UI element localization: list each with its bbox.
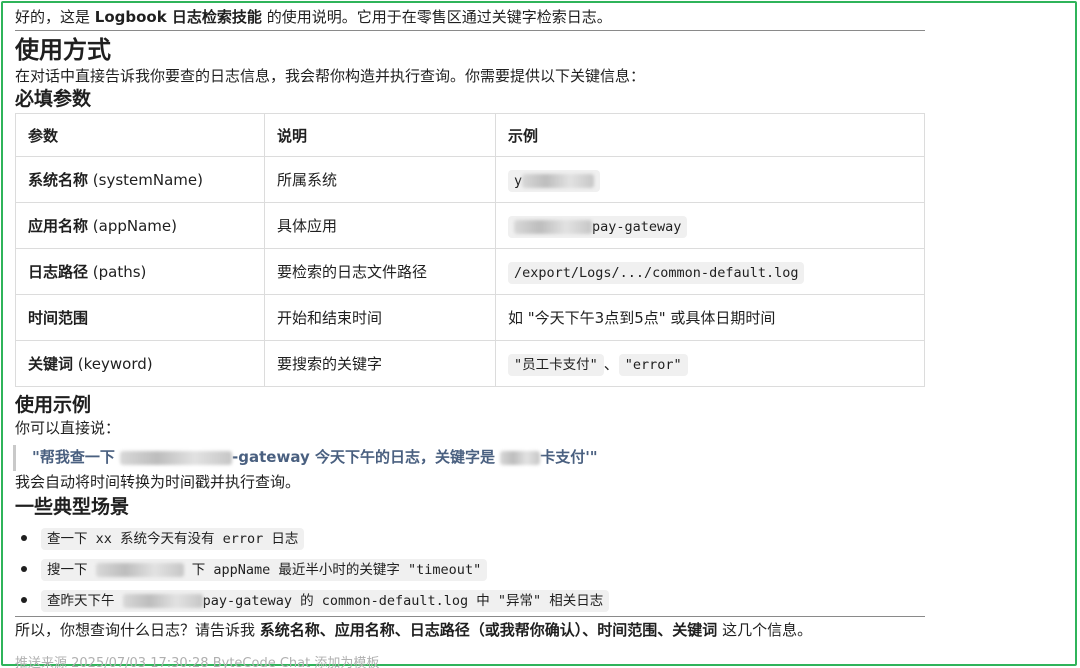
summary-fields: 系统名称、应用名称、日志路径（或我帮你确认）、时间范围、关键词 [259,621,718,639]
example-separator: 、 [603,355,619,373]
example-cell: pay-gateway [495,202,925,249]
example-prefix: 如 [508,309,528,327]
desc-cell: 所属系统 [264,156,496,203]
table-row: 日志路径 (paths) 要检索的日志文件路径 /export/Logs/...… [15,248,925,295]
scenario-code: 搜一下 下 appName 最近半小时的关键字 "timeout" [41,559,488,581]
example-after: 我会自动将时间转换为时间戳并执行查询。 [15,473,301,491]
example-text: "今天下午3点到5点" 或具体日期时间 [527,309,776,327]
example-quote: "帮我查一下 -gateway 今天下午的日志，关键字是 卡支付'" [13,445,925,471]
col-header-example: 示例 [495,113,925,157]
intro-skill-name: Logbook 日志检索技能 [94,8,262,26]
list-item: 查一下 xx 系统今天有没有 error 日志 [15,523,925,554]
divider-bottom [15,616,925,617]
param-name: 时间范围 [28,309,89,327]
list-item: 查昨天下午 pay-gateway 的 common-default.log 中… [15,585,925,616]
example-cell: "员工卡支付"、 "error" [495,340,925,387]
params-table: 参数 说明 示例 系统名称 (systemName) 所属系统 y 应用名称 (… [15,113,925,387]
desc-cell: 开始和结束时间 [264,294,496,341]
desc-cell: 要搜索的关键字 [264,340,496,387]
col-header-param: 参数 [15,113,265,157]
param-cell: 关键词 (keyword) [15,340,265,387]
summary-suffix: 这几个信息。 [717,621,813,639]
scenario-list: 查一下 xx 系统今天有没有 error 日志 搜一下 下 appName 最近… [15,523,925,616]
param-name: 日志路径 [28,263,89,281]
example-code: /export/Logs/.../common-default.log [508,261,805,284]
example-cell: /export/Logs/.../common-default.log [495,248,925,295]
footer-meta: 推送来源 2025/07/03 17:30:28 ByteCode Chat 添… [15,656,380,668]
param-name: 应用名称 [28,217,89,235]
example-heading: 使用示例 [15,394,92,416]
example-text: pay-gateway [592,218,682,235]
required-params-heading: 必填参数 [15,88,92,110]
redacted-blur [120,450,233,465]
param-name: 系统名称 [28,171,89,189]
list-item: 搜一下 下 appName 最近半小时的关键字 "timeout" [15,554,925,585]
redacted-blur [514,219,592,234]
summary-prefix: 所以，你想查询什么日志？请告诉我 [15,621,260,639]
table-row: 系统名称 (systemName) 所属系统 y [15,156,925,203]
quote-part: "帮我查一下 [32,448,121,466]
param-key: (keyword) [73,355,153,373]
scenario-code-part: 搜一下 [47,562,96,578]
scenario-code: 查一下 xx 系统今天有没有 error 日志 [41,528,305,550]
redacted-blur [122,594,203,608]
param-cell: 系统名称 (systemName) [15,156,265,203]
usage-description: 在对话中直接告诉我你要查的日志信息，我会帮你构造并执行查询。你需要提供以下关键信… [15,67,646,85]
redacted-blur [522,173,595,188]
param-key: (paths) [88,263,147,281]
param-key: (appName) [88,217,177,235]
scenario-code: 查昨天下午 pay-gateway 的 common-default.log 中… [41,590,610,612]
message-content: 好的，这是 Logbook 日志检索技能 的使用说明。它用于在零售区通过关键字检… [13,6,925,643]
example-code: pay-gateway [508,215,688,238]
table-row: 时间范围 开始和结束时间 如 "今天下午3点到5点" 或具体日期时间 [15,294,925,341]
quote-part: 卡支付'" [540,448,598,466]
col-header-desc: 说明 [264,113,496,157]
scenario-code-part: pay-gateway 的 common-default.log 中 "异常" … [202,593,604,609]
table-header-row: 参数 说明 示例 [15,113,925,157]
intro-prefix: 好的，这是 [15,8,95,26]
scenarios-heading: 一些典型场景 [15,496,130,518]
param-cell: 日志路径 (paths) [15,248,265,295]
redacted-blur [500,450,541,465]
summary-line: 所以，你想查询什么日志？请告诉我 系统名称、应用名称、日志路径（或我帮你确认）、… [15,619,925,643]
scenario-code-part: 下 appName 最近半小时的关键字 "timeout" [183,562,482,578]
redacted-blur [95,563,184,577]
example-code: "error" [618,354,688,376]
usage-heading: 使用方式 [15,36,111,64]
divider-top [15,30,925,31]
param-cell: 时间范围 [15,294,265,341]
example-text: y [514,172,523,189]
table-row: 关键词 (keyword) 要搜索的关键字 "员工卡支付"、 "error" [15,340,925,387]
example-code: y [508,169,601,192]
example-cell: 如 "今天下午3点到5点" 或具体日期时间 [495,294,925,341]
intro-suffix: 的使用说明。它用于在零售区通过关键字检索日志。 [261,8,612,26]
desc-cell: 要检索的日志文件路径 [264,248,496,295]
intro-line: 好的，这是 Logbook 日志检索技能 的使用说明。它用于在零售区通过关键字检… [15,6,925,30]
param-name: 关键词 [28,355,74,373]
example-cell: y [495,156,925,203]
quote-part: -gateway 今天下午的日志，关键字是 [232,448,501,466]
table-row: 应用名称 (appName) 具体应用 pay-gateway [15,202,925,249]
example-lead: 你可以直接说： [15,419,121,437]
desc-cell: 具体应用 [264,202,496,249]
param-cell: 应用名称 (appName) [15,202,265,249]
param-key: (systemName) [88,171,203,189]
scenario-code-part: 查昨天下午 [47,593,123,609]
example-code: "员工卡支付" [508,354,604,376]
